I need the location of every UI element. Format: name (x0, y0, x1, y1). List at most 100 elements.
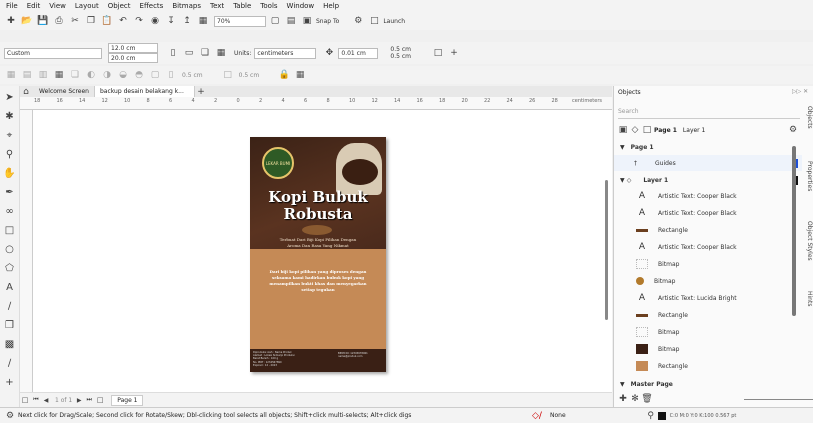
duplicate-y-field[interactable]: 0.5 cm (390, 53, 411, 60)
cut-icon[interactable]: ✂ (68, 14, 82, 28)
ellipse-tool-icon[interactable]: ○ (3, 241, 17, 257)
paste-icon[interactable]: 📋 (100, 14, 114, 28)
pick-tool-icon[interactable]: ➤ (3, 89, 17, 105)
rectangle-tool-icon[interactable]: □ (3, 222, 17, 238)
menu-file[interactable]: File (6, 2, 18, 10)
menu-layout[interactable]: Layout (75, 2, 99, 10)
tree-guides-node[interactable]: † Guides (614, 155, 802, 171)
object-list-item[interactable]: Bitmap (614, 273, 802, 289)
object-list-item[interactable]: A Artistic Text: Lucida Bright (614, 290, 802, 306)
object-list-item[interactable]: Bitmap (614, 256, 802, 272)
object-list-item[interactable]: Bitmap (614, 341, 802, 357)
search-content-icon[interactable]: ◉ (148, 14, 162, 28)
boundary-icon[interactable]: ▢ (148, 68, 162, 82)
simplify-icon[interactable]: ◓ (132, 68, 146, 82)
docker-collapse-icon[interactable]: ▷▷ ✕ (792, 88, 808, 95)
page-icon[interactable]: □ (642, 123, 652, 137)
transparency-tool-icon[interactable]: ▩ (3, 336, 17, 352)
tree-master-page-node[interactable]: ▼ Master Page (614, 376, 802, 392)
text-tool-icon[interactable]: A (3, 279, 17, 295)
add-icon[interactable]: + (447, 46, 461, 60)
artistic-media-icon[interactable]: ∞ (3, 203, 17, 219)
save-icon[interactable]: 💾 (36, 14, 50, 28)
side-tab-objects[interactable]: Objects (801, 106, 813, 129)
launch-dropdown[interactable]: Launch (383, 18, 405, 25)
horizontal-ruler[interactable]: 18 16 14 12 10 8 6 4 2 0 2 4 6 8 10 12 14 16 18 20 22 24 26 28 … (20, 97, 612, 110)
tab-welcome-screen[interactable]: Welcome Screen (34, 86, 95, 97)
import-icon[interactable]: ↧ (164, 14, 178, 28)
master-expand-icon[interactable]: ▼ (620, 381, 625, 388)
object-list-scrollbar[interactable] (792, 146, 796, 316)
new-layer-icon[interactable]: ✚ (618, 392, 628, 406)
portrait-icon[interactable]: ▯ (166, 46, 180, 60)
publish-pdf-icon[interactable]: ▦ (196, 14, 210, 28)
weld-icon[interactable]: ◐ (84, 68, 98, 82)
parallel-dimension-icon[interactable]: ∕ (3, 298, 17, 314)
page-preset-select[interactable]: Custom (4, 47, 102, 59)
poster-design[interactable]: LEKAR BUMI Kopi Bubuk Robusta Terbuat Da… (250, 137, 386, 372)
object-list-item[interactable]: Rectangle (614, 307, 802, 323)
trim-icon[interactable]: ◑ (100, 68, 114, 82)
menu-effects[interactable]: Effects (140, 2, 164, 10)
shape-tool-icon[interactable]: ✱ (3, 108, 17, 124)
group-icon[interactable]: ❏ (68, 68, 82, 82)
redo-icon[interactable]: ↷ (132, 14, 146, 28)
home-icon[interactable]: ⌂ (20, 86, 32, 97)
distribute-icon[interactable]: ▥ (36, 68, 50, 82)
side-tab-object-styles[interactable]: Object Styles (801, 221, 813, 261)
object-list-item[interactable]: A Artistic Text: Cooper Black (614, 188, 802, 204)
rulers-icon[interactable]: ▤ (284, 14, 298, 28)
menu-help[interactable]: Help (323, 2, 339, 10)
grid-icon[interactable]: ▦ (52, 68, 66, 82)
last-page-icon[interactable]: ⏭ (85, 393, 93, 407)
object-list-item[interactable]: A Artistic Text: Cooper Black (614, 239, 802, 255)
object-list-item[interactable]: Rectangle (614, 358, 802, 374)
add-page-after-icon[interactable]: □ (95, 393, 105, 407)
snap-to-dropdown[interactable]: Snap To (316, 18, 339, 25)
undo-icon[interactable]: ↶ (116, 14, 130, 28)
menu-text[interactable]: Text (210, 2, 224, 10)
eyedropper-tool-icon[interactable]: ∕ (3, 355, 17, 371)
delete-icon[interactable]: 🗑 (641, 392, 652, 406)
menu-object[interactable]: Object (108, 2, 131, 10)
freehand-tool-icon[interactable]: ✒ (3, 184, 17, 200)
side-tab-properties[interactable]: Properties (801, 161, 813, 191)
offset-field-1[interactable]: 0.5 cm (182, 72, 203, 79)
object-list-item[interactable]: A Artistic Text: Cooper Black (614, 205, 802, 221)
pan-tool-icon[interactable]: ✋ (3, 165, 17, 181)
crop-tool-icon[interactable]: ⌖ (3, 127, 17, 143)
tab-document[interactable]: backup desain belakang k... (94, 86, 195, 97)
zoom-tool-icon[interactable]: ⚲ (3, 146, 17, 162)
vertical-ruler[interactable] (20, 110, 33, 392)
page-view-icon[interactable]: ▣ (618, 123, 628, 137)
menu-table[interactable]: Table (233, 2, 251, 10)
object-list-item[interactable]: Bitmap (614, 324, 802, 340)
side-tab-hints[interactable]: Hints (801, 291, 813, 306)
intersect-icon[interactable]: ◒ (116, 68, 130, 82)
box-icon[interactable]: □ (221, 68, 235, 82)
open-icon[interactable]: 📂 (20, 14, 34, 28)
menu-bitmaps[interactable]: Bitmaps (172, 2, 201, 10)
snap-icon[interactable]: ▣ (300, 14, 314, 28)
thumbnail-size-slider[interactable] (744, 398, 813, 400)
launch-icon[interactable]: □ (367, 14, 381, 28)
layout-icon[interactable]: ▦ (4, 68, 18, 82)
fill-none-icon[interactable]: ◇∕ (526, 409, 548, 423)
units-select[interactable]: centimeters (254, 47, 317, 59)
object-list-item[interactable]: Rectangle (614, 222, 802, 238)
vertical-scrollbar[interactable] (605, 180, 608, 320)
first-page-icon[interactable]: ⏮ (32, 393, 40, 407)
expand-arrow-icon[interactable]: ▼ (620, 144, 625, 151)
master-layer-icon[interactable]: ✻ (630, 392, 640, 406)
menu-view[interactable]: View (49, 2, 66, 10)
landscape-icon[interactable]: ▭ (182, 46, 196, 60)
status-settings-icon[interactable]: ⚙ (4, 409, 16, 423)
prev-page-icon[interactable]: ◀ (42, 393, 50, 407)
offset-field-2[interactable]: 0.5 cm (239, 72, 260, 79)
blend-tool-icon[interactable]: ❒ (3, 317, 17, 333)
fullscreen-icon[interactable]: ▢ (268, 14, 282, 28)
menu-edit[interactable]: Edit (27, 2, 41, 10)
all-pages-icon[interactable]: ❏ (198, 46, 212, 60)
corner-icon[interactable]: ▯ (164, 68, 178, 82)
edit-fill-icon[interactable]: ▦ (293, 68, 307, 82)
